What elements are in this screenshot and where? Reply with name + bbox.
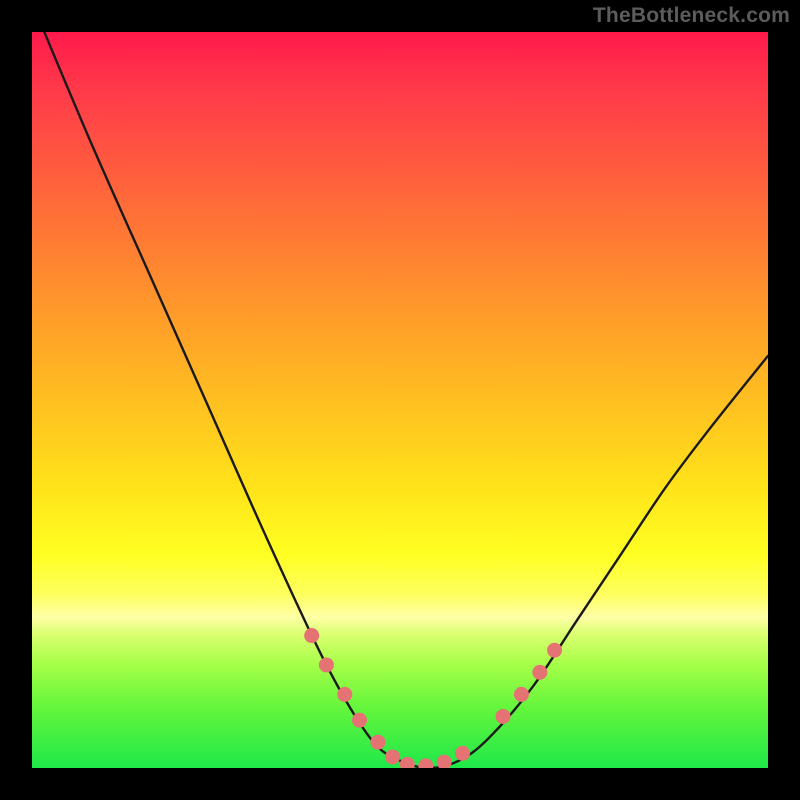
- curve-marker: [400, 757, 415, 768]
- curve-marker: [337, 687, 352, 702]
- curve-marker: [418, 758, 433, 768]
- curve-marker: [437, 755, 452, 768]
- curve-marker: [547, 643, 562, 658]
- chart-frame: TheBottleneck.com: [0, 0, 800, 800]
- bottleneck-curve: [32, 32, 768, 768]
- watermark-text: TheBottleneck.com: [593, 4, 790, 28]
- curve-marker: [455, 746, 470, 761]
- curve-marker: [532, 665, 547, 680]
- curve-marker: [496, 709, 511, 724]
- curve-marker: [370, 735, 385, 750]
- plot-area: [32, 32, 768, 768]
- curve-marker: [304, 628, 319, 643]
- curve-marker: [319, 657, 334, 672]
- curve-marker: [385, 749, 400, 764]
- curve-marker: [514, 687, 529, 702]
- curve-marker: [352, 713, 367, 728]
- curve-path: [32, 32, 768, 768]
